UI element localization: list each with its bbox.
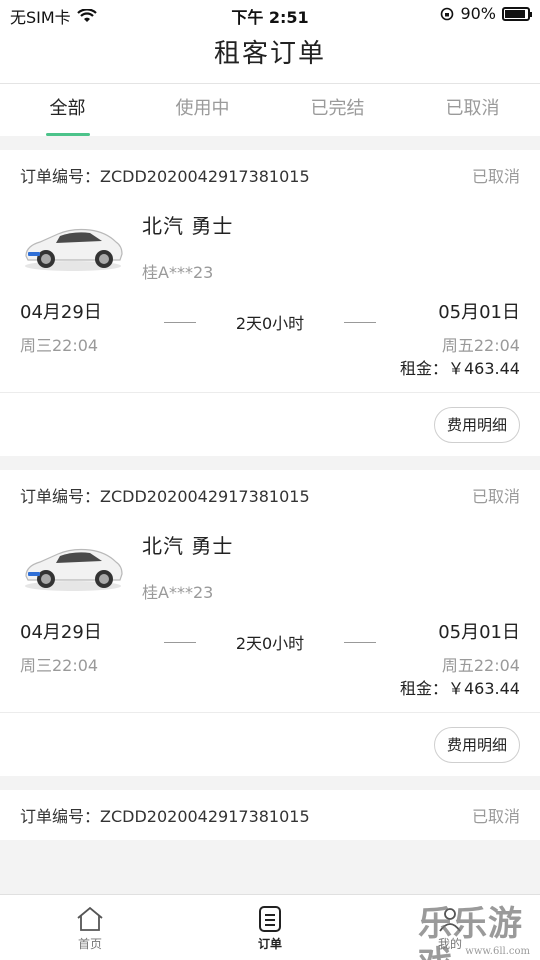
order-list[interactable]: 订单编号：ZCDD2020042917381015 已取消 北汽 勇士 桂A**…: [0, 136, 540, 894]
order-list-icon: [259, 906, 281, 932]
tab-orders-label: 订单: [257, 937, 282, 951]
car-image: [25, 548, 123, 591]
tab-all[interactable]: 全部: [0, 84, 135, 136]
car-name: 北汽 勇士: [142, 214, 234, 238]
divider: [163, 321, 196, 323]
car-image: [25, 228, 123, 271]
start-date: 04月29日: [20, 302, 102, 323]
end-time: 周五22:04: [441, 656, 520, 675]
order-filter-tabs: 全部 使用中 已完结 已取消: [0, 84, 540, 136]
rent-amount: 租金：￥463.44: [400, 359, 520, 378]
tab-orders[interactable]: 订单: [180, 895, 360, 960]
tab-cancelled[interactable]: 已取消: [405, 84, 540, 136]
watermark-logo: 乐乐游戏 www.6ll.com: [418, 904, 538, 960]
fee-detail-button[interactable]: 费用明细: [433, 726, 520, 763]
order-number: 订单编号：ZCDD2020042917381015: [20, 167, 310, 186]
order-card[interactable]: 订单编号：ZCDD2020042917381015 已取消 北汽 勇士 桂A**…: [0, 470, 540, 776]
order-card[interactable]: 订单编号：ZCDD2020042917381015 已取消: [0, 790, 540, 840]
rental-duration: 2天0小时: [235, 314, 305, 333]
rotation-lock-icon: [441, 7, 454, 20]
divider: [163, 641, 196, 643]
start-time: 周三22:04: [20, 656, 99, 675]
order-status: 已取消: [471, 807, 520, 826]
tab-home-label: 首页: [77, 937, 102, 951]
order-card[interactable]: 订单编号：ZCDD2020042917381015 已取消 北汽 勇士 桂A**…: [0, 150, 540, 456]
status-bar: 无SIM卡 下午 2:51 90%: [0, 0, 540, 28]
license-plate: 桂A***23: [142, 583, 214, 602]
divider: [344, 321, 377, 323]
license-plate: 桂A***23: [142, 263, 214, 282]
divider: [344, 641, 377, 643]
order-status: 已取消: [471, 167, 520, 186]
watermark-url: www.6ll.com: [465, 946, 530, 957]
battery-percent: 90%: [460, 4, 496, 23]
car-name: 北汽 勇士: [142, 534, 234, 558]
fee-detail-button[interactable]: 费用明细: [433, 406, 520, 443]
end-date: 05月01日: [438, 622, 520, 643]
order-status: 已取消: [471, 487, 520, 506]
start-time: 周三22:04: [20, 336, 99, 355]
rent-amount: 租金：￥463.44: [400, 679, 520, 698]
tab-home[interactable]: 首页: [0, 895, 180, 960]
rental-duration: 2天0小时: [235, 634, 305, 653]
tab-in-use[interactable]: 使用中: [135, 84, 270, 136]
end-date: 05月01日: [438, 302, 520, 323]
battery-icon: [502, 6, 532, 21]
order-number: 订单编号：ZCDD2020042917381015: [20, 807, 310, 826]
home-icon: [77, 906, 103, 931]
start-date: 04月29日: [20, 622, 102, 643]
order-number: 订单编号：ZCDD2020042917381015: [20, 487, 310, 506]
end-time: 周五22:04: [441, 336, 520, 355]
tab-completed[interactable]: 已完结: [270, 84, 405, 136]
page-title: 租客订单: [0, 28, 540, 84]
